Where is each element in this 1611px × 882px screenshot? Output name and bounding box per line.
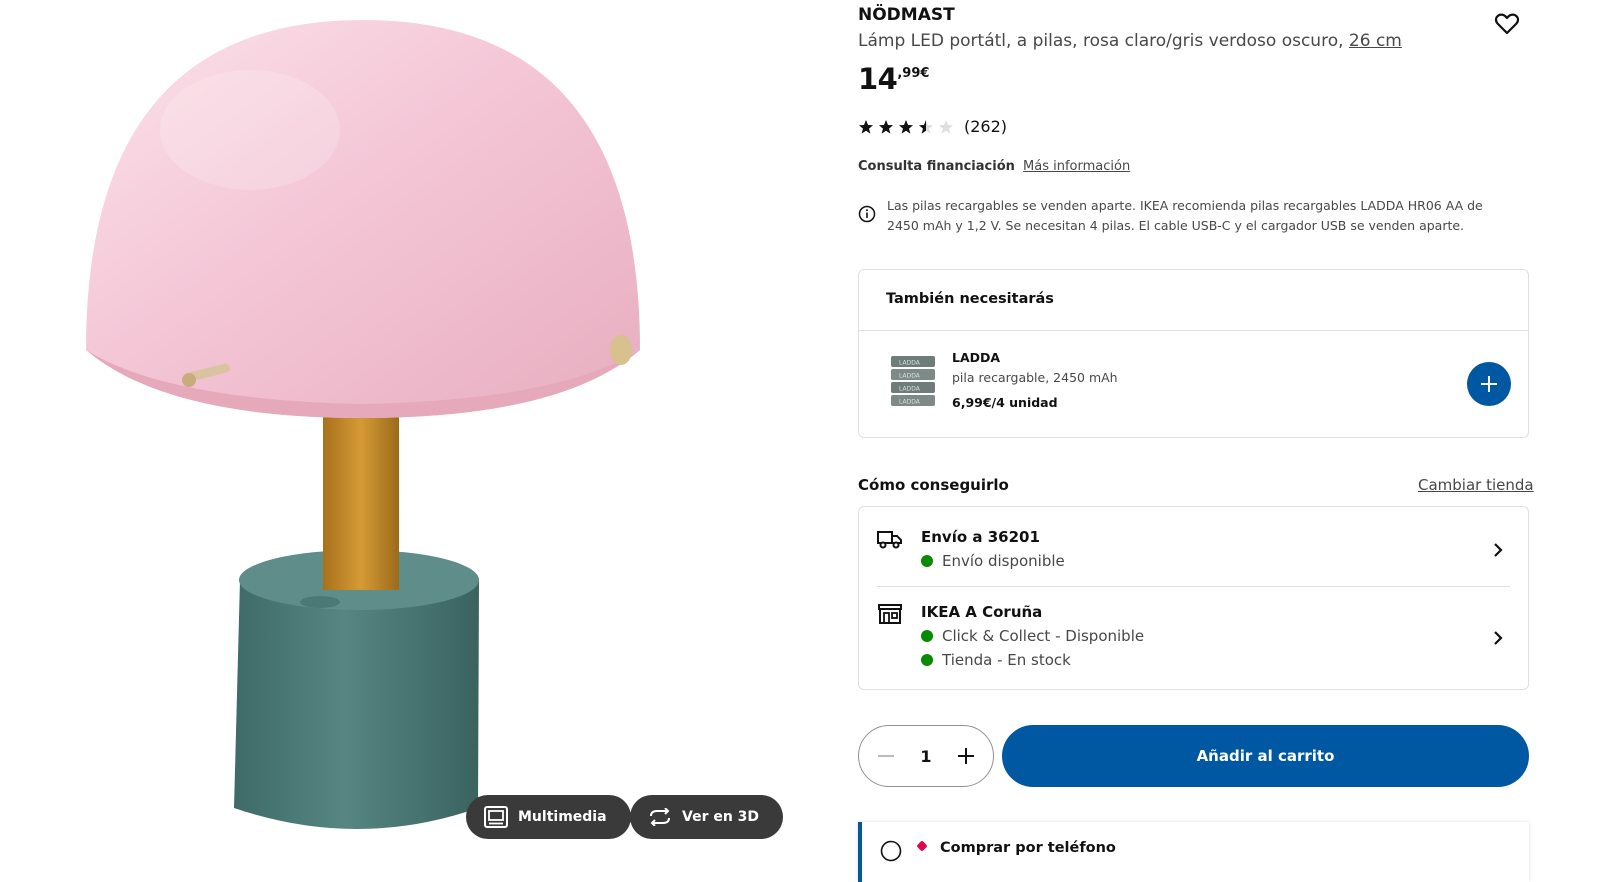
view-3d-label: Ver en 3D <box>682 809 760 825</box>
phone-icon <box>916 840 928 852</box>
delivery-status: Envío disponible <box>921 552 1065 570</box>
info-icon <box>858 205 876 223</box>
change-store-link[interactable]: Cambiar tienda <box>1418 476 1534 494</box>
product-description-text: Lámp LED portátl, a pilas, rosa claro/gr… <box>858 31 1344 51</box>
store-stock-status: Tienda - En stock <box>921 651 1071 669</box>
status-dot <box>921 654 933 666</box>
product-price: 14 ,99€ <box>858 62 929 96</box>
ladda-price: 6,99€/4 unidad <box>952 395 1058 410</box>
rotate-3d-icon <box>650 808 670 826</box>
store-stock-text: Tienda - En stock <box>942 651 1071 669</box>
click-collect-text: Click & Collect - Disponible <box>942 627 1145 645</box>
availability-card: Envío a 36201 Envío disponible IKEA A Co… <box>858 506 1529 690</box>
battery-note: Las pilas recargables se venden aparte. … <box>887 198 1483 233</box>
product-size-link[interactable]: 26 cm <box>1349 31 1402 51</box>
plus-icon <box>957 748 974 764</box>
price-integer: 14 <box>858 62 898 96</box>
minus-icon <box>878 755 894 757</box>
truck-icon <box>877 528 903 550</box>
star-icon <box>879 119 893 134</box>
quantity-value[interactable]: 1 <box>920 747 931 766</box>
star-icon <box>899 119 913 134</box>
favourite-button[interactable] <box>1494 12 1520 36</box>
add-ladda-button[interactable] <box>1467 362 1511 406</box>
rating-count: (262) <box>964 117 1008 136</box>
product-description: Lámp LED portátl, a pilas, rosa claro/gr… <box>858 31 1402 51</box>
also-need-card: También necesitarás LADDA LADDA LADDA LA… <box>858 269 1529 438</box>
status-dot <box>921 630 933 642</box>
financing-link[interactable]: Más información <box>1023 159 1130 174</box>
lamp-illustration <box>86 20 640 829</box>
delivery-title: Envío a 36201 <box>921 528 1040 546</box>
store-title: IKEA A Coruña <box>921 603 1043 621</box>
heart-icon <box>1494 13 1520 35</box>
price-decimal: ,99€ <box>897 66 930 81</box>
rating-stars <box>858 119 954 135</box>
product-image[interactable]: Multimedia Ver en 3D <box>0 0 845 872</box>
how-to-get-title: Cómo conseguirlo <box>858 476 1009 494</box>
svg-text:LADDA: LADDA <box>899 399 921 406</box>
ladda-name[interactable]: LADDA <box>952 350 1000 365</box>
financing-label: Consulta financiación <box>858 159 1015 174</box>
increase-button[interactable] <box>957 747 975 765</box>
chevron-right-icon[interactable] <box>1491 630 1505 645</box>
ladda-description: pila recargable, 2450 mAh <box>952 370 1118 385</box>
status-dot <box>921 555 933 567</box>
decrease-button[interactable] <box>877 747 895 765</box>
delivery-status-text: Envío disponible <box>942 552 1065 570</box>
info-icon <box>880 840 902 866</box>
battery-image[interactable]: LADDA LADDA LADDA LADDA <box>889 354 937 410</box>
gallery-icon <box>484 806 508 828</box>
store-icon <box>877 603 903 625</box>
multimedia-button[interactable]: Multimedia <box>466 795 631 839</box>
delivery-row[interactable] <box>859 507 1528 586</box>
svg-text:LADDA: LADDA <box>899 360 921 367</box>
view-3d-button[interactable]: Ver en 3D <box>630 795 784 839</box>
star-icon <box>919 119 933 134</box>
star-icon <box>939 119 953 134</box>
phone-order-card[interactable]: Comprar por teléfono <box>858 822 1529 882</box>
plus-icon <box>1481 376 1497 392</box>
svg-text:LADDA: LADDA <box>899 373 921 380</box>
quantity-stepper[interactable]: 1 <box>858 725 994 787</box>
also-need-title: También necesitarás <box>886 291 1054 307</box>
financing-row: Consulta financiación Más información <box>858 159 1130 174</box>
chevron-right-icon[interactable] <box>1491 542 1505 557</box>
svg-text:LADDA: LADDA <box>899 386 921 393</box>
click-collect-status: Click & Collect - Disponible <box>921 627 1144 645</box>
multimedia-label: Multimedia <box>518 809 607 825</box>
product-name: NÖDMAST <box>858 5 955 25</box>
add-to-cart-button[interactable]: Añadir al carrito <box>1002 725 1529 787</box>
star-icon <box>859 119 873 134</box>
phone-order-label: Comprar por teléfono <box>940 840 1116 856</box>
product-rating[interactable]: (262) <box>858 117 1007 136</box>
